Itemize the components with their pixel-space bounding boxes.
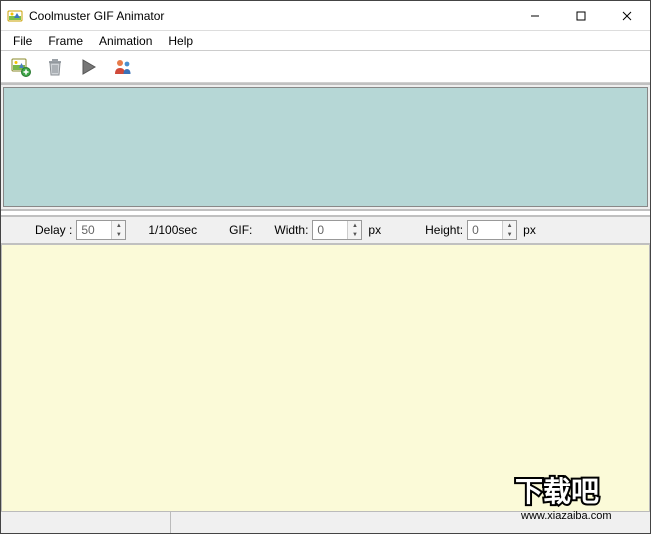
delay-up-icon[interactable]: ▲ [112, 221, 125, 230]
titlebar: Coolmuster GIF Animator [1, 1, 650, 31]
minimize-button[interactable] [512, 1, 558, 31]
canvas[interactable] [1, 245, 650, 511]
add-image-button[interactable] [9, 55, 33, 79]
menu-frame[interactable]: Frame [40, 32, 91, 50]
delay-spinner[interactable]: ▲ ▼ [76, 220, 126, 240]
framestrip[interactable] [3, 87, 648, 207]
menu-help[interactable]: Help [160, 32, 201, 50]
width-label: Width: [274, 223, 308, 237]
height-label: Height: [425, 223, 463, 237]
play-button[interactable] [77, 55, 101, 79]
height-spinner[interactable]: ▲ ▼ [467, 220, 517, 240]
delay-unit: 1/100sec [148, 223, 197, 237]
menubar: File Frame Animation Help [1, 31, 650, 51]
gif-label: GIF: [229, 223, 252, 237]
settings-bar: Delay : ▲ ▼ 1/100sec GIF: Width: ▲ ▼ px … [1, 217, 650, 243]
status-cell-1 [1, 512, 171, 533]
settings-container: Delay : ▲ ▼ 1/100sec GIF: Width: ▲ ▼ px … [1, 215, 650, 245]
maximize-button[interactable] [558, 1, 604, 31]
width-spinner[interactable]: ▲ ▼ [312, 220, 362, 240]
height-unit: px [523, 223, 536, 237]
people-button[interactable] [111, 55, 135, 79]
delay-label: Delay : [35, 223, 72, 237]
width-down-icon[interactable]: ▼ [348, 230, 361, 239]
height-down-icon[interactable]: ▼ [503, 230, 516, 239]
framestrip-container [1, 83, 650, 211]
app-icon [7, 8, 23, 24]
delete-button[interactable] [43, 55, 67, 79]
delay-input[interactable] [77, 221, 111, 239]
window-title: Coolmuster GIF Animator [29, 9, 164, 23]
width-unit: px [368, 223, 381, 237]
width-input[interactable] [313, 221, 347, 239]
close-button[interactable] [604, 1, 650, 31]
width-up-icon[interactable]: ▲ [348, 221, 361, 230]
menu-animation[interactable]: Animation [91, 32, 160, 50]
menu-file[interactable]: File [5, 32, 40, 50]
status-cell-2 [171, 512, 650, 533]
toolbar [1, 51, 650, 83]
height-up-icon[interactable]: ▲ [503, 221, 516, 230]
height-input[interactable] [468, 221, 502, 239]
statusbar [1, 511, 650, 533]
delay-down-icon[interactable]: ▼ [112, 230, 125, 239]
